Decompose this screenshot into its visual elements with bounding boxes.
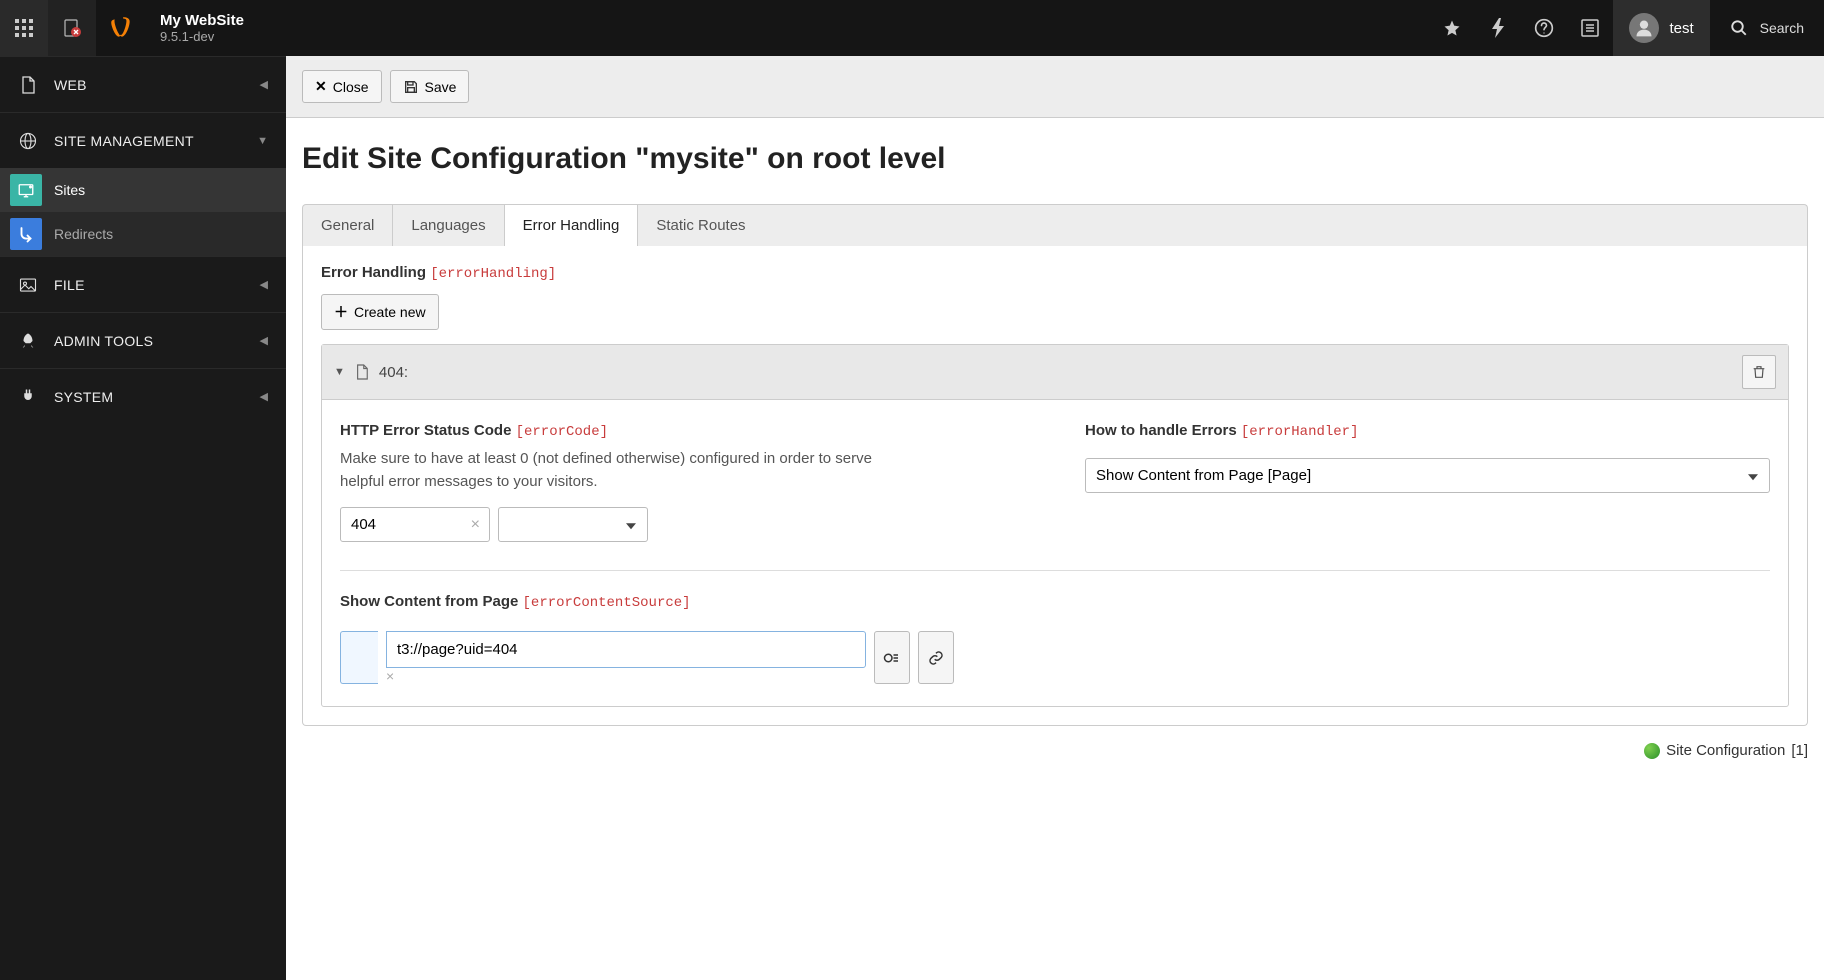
user-menu[interactable]: test	[1613, 0, 1709, 56]
lightning-icon	[1490, 18, 1506, 38]
tab-general[interactable]: General	[303, 205, 393, 246]
image-icon	[18, 277, 38, 293]
error-handler-select[interactable]: Show Content from Page [Page]	[1085, 458, 1770, 493]
question-icon	[1534, 18, 1554, 38]
search-icon	[1730, 19, 1748, 37]
close-icon: ✕	[315, 78, 327, 95]
link-field: ×	[340, 631, 1770, 684]
record-icon	[355, 364, 369, 380]
file-icon	[18, 76, 38, 94]
clear-input-icon[interactable]: ×	[471, 516, 480, 534]
rocket-icon	[18, 332, 38, 350]
grid-icon	[15, 19, 33, 37]
user-icon	[1634, 18, 1654, 38]
link-wizard-button[interactable]	[874, 631, 910, 684]
record-header[interactable]: ▼ 404:	[322, 345, 1788, 400]
list-icon	[1581, 19, 1599, 37]
error-code-label: HTTP Error Status Code [errorCode]	[340, 422, 1025, 440]
section-tech-name: [errorHandling]	[430, 266, 556, 282]
sidebar-item-redirects[interactable]: Redirects	[0, 212, 286, 256]
footer-path-label: Site Configuration	[1666, 742, 1785, 759]
logo[interactable]	[96, 0, 146, 56]
nav-section-web[interactable]: WEB ◀	[0, 56, 286, 112]
typo3-logo-icon	[108, 15, 134, 41]
sites-icon	[10, 174, 42, 206]
tab-static-routes[interactable]: Static Routes	[638, 205, 763, 246]
footer-path: Site Configuration [1]	[286, 734, 1824, 775]
flash-button[interactable]	[1475, 0, 1521, 56]
chevron-down-icon: ▼	[257, 135, 268, 147]
close-button[interactable]: ✕ Close	[302, 70, 382, 103]
link-prefix	[340, 631, 378, 684]
clear-input-icon[interactable]: ×	[386, 668, 394, 684]
error-code-input[interactable]	[340, 507, 490, 542]
docs-button[interactable]	[1567, 0, 1613, 56]
document-x-icon	[62, 18, 82, 38]
content-source-label: Show Content from Page [errorContentSour…	[340, 593, 1770, 611]
error-code-help: Make sure to have at least 0 (not define…	[340, 448, 900, 493]
collapse-toggle[interactable]: ▼	[334, 366, 345, 378]
save-icon	[403, 79, 419, 95]
chevron-left-icon: ◀	[260, 334, 268, 347]
error-handler-label: How to handle Errors [errorHandler]	[1085, 422, 1770, 440]
chevron-left-icon: ◀	[260, 390, 268, 403]
toolbar: ✕ Close Save	[286, 56, 1824, 118]
link-wizard-icon	[883, 650, 901, 666]
modules-button[interactable]	[0, 0, 48, 56]
sidebar: WEB ◀ SITE MANAGEMENT ▼ Sites Redirects …	[0, 56, 286, 980]
tabs: General Languages Error Handling Static …	[302, 204, 1808, 246]
footer-path-id: [1]	[1791, 742, 1808, 759]
search-label: Search	[1760, 20, 1804, 36]
chevron-left-icon: ◀	[260, 278, 268, 291]
topbar-right: test Search	[1429, 0, 1824, 56]
page-title: Edit Site Configuration "mysite" on root…	[302, 142, 1808, 176]
topbar-left: My WebSite 9.5.1-dev	[0, 0, 244, 56]
redirects-icon	[10, 218, 42, 250]
link-icon	[928, 650, 944, 666]
globe-icon	[1644, 743, 1660, 759]
link-browser-button[interactable]	[918, 631, 954, 684]
record-body: HTTP Error Status Code [errorCode] Make …	[322, 400, 1788, 706]
delete-record-button[interactable]	[1742, 355, 1776, 389]
topbar: My WebSite 9.5.1-dev test Search	[0, 0, 1824, 56]
section-title: Error Handling [errorHandling]	[321, 264, 1789, 282]
tab-languages[interactable]: Languages	[393, 205, 504, 246]
nav-section-file[interactable]: FILE ◀	[0, 256, 286, 312]
tab-error-handling[interactable]: Error Handling	[505, 205, 639, 246]
clear-cache-button[interactable]	[48, 0, 96, 56]
help-button[interactable]	[1521, 0, 1567, 56]
divider	[340, 570, 1770, 571]
user-name: test	[1669, 20, 1693, 37]
error-record: ▼ 404: HTTP Error Status Code [	[321, 344, 1789, 707]
nav-section-system[interactable]: SYSTEM ◀	[0, 368, 286, 424]
create-new-button[interactable]: ＋ Create new	[321, 294, 439, 330]
site-name: My WebSite 9.5.1-dev	[160, 12, 244, 44]
search-button[interactable]: Search	[1710, 0, 1824, 56]
globe-icon	[18, 132, 38, 150]
plus-icon: ＋	[334, 302, 348, 322]
error-code-select[interactable]	[498, 507, 648, 542]
tab-panel: Error Handling [errorHandling] ＋ Create …	[302, 246, 1808, 726]
nav-section-admin-tools[interactable]: ADMIN TOOLS ◀	[0, 312, 286, 368]
main-content: ✕ Close Save Edit Site Configuration "my…	[286, 56, 1824, 980]
nav-section-site-management[interactable]: SITE MANAGEMENT ▼	[0, 112, 286, 168]
bookmark-button[interactable]	[1429, 0, 1475, 56]
chevron-left-icon: ◀	[260, 78, 268, 91]
site-version: 9.5.1-dev	[160, 29, 244, 44]
plug-icon	[18, 388, 38, 406]
content-source-input[interactable]	[386, 631, 866, 668]
trash-icon	[1751, 364, 1767, 380]
save-button[interactable]: Save	[390, 70, 470, 103]
site-title: My WebSite	[160, 12, 244, 29]
star-icon	[1443, 19, 1461, 37]
record-title: 404:	[379, 364, 1732, 381]
sidebar-item-sites[interactable]: Sites	[0, 168, 286, 212]
avatar	[1629, 13, 1659, 43]
